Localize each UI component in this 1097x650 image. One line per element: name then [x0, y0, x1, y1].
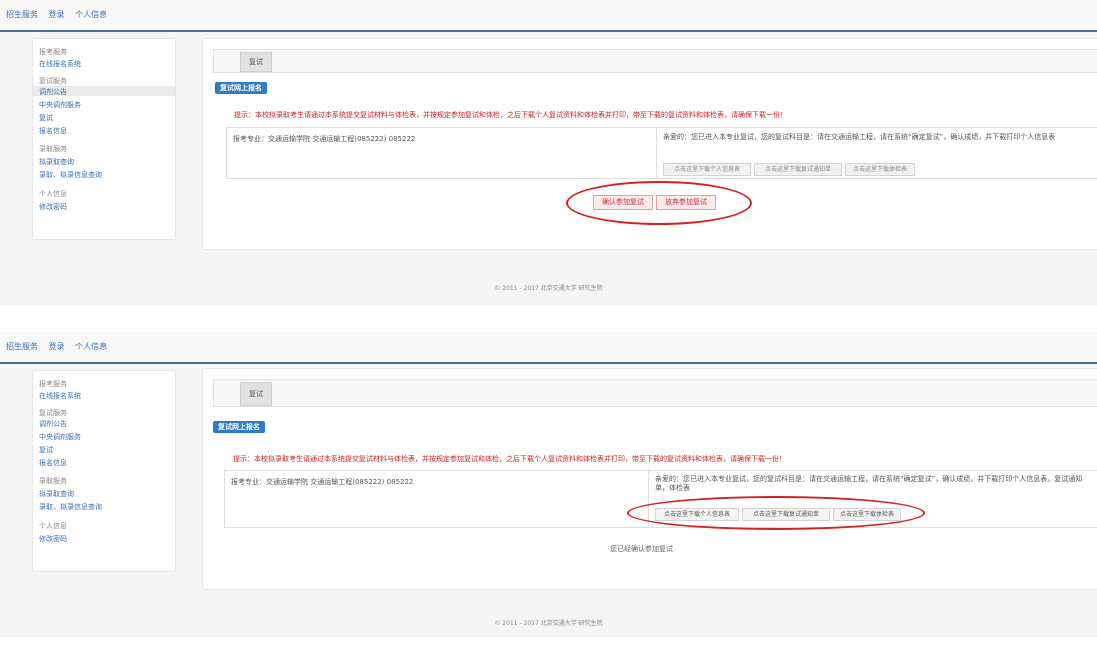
nav-link-profile[interactable]: 个人信息: [75, 10, 107, 19]
tab-bar: 复试: [213, 379, 1097, 407]
sidebar-item-admit-info[interactable]: 录取、拟录信息查询: [39, 170, 102, 180]
nav-link-enrollment[interactable]: 招生服务: [6, 342, 38, 351]
nav-link-login[interactable]: 登录: [49, 342, 65, 351]
sidebar-item-retest[interactable]: 复试: [39, 445, 53, 455]
footer-copyright: © 2011 - 2017 北京交通大学 研究生院: [494, 285, 603, 292]
download-retest-notice-button[interactable]: 点击这里下载复试通知单: [754, 163, 842, 176]
sidebar-group-title: 个人信息: [39, 190, 67, 198]
sidebar-item-retest[interactable]: 复试: [39, 113, 53, 123]
warning-text: 提示：本校拟录取考生请通过本系统提交复试材料与体检表，并按规定参加复试和体检，之…: [234, 111, 787, 119]
sidebar-item-adjust-notice[interactable]: 调剂公告: [39, 87, 67, 97]
warning-text: 提示：本校拟录取考生请通过本系统提交复试材料与体检表，并按规定参加复试和体检，之…: [233, 455, 786, 463]
tab-retest[interactable]: 复试: [240, 382, 272, 406]
sidebar-group-title: 复试服务: [39, 409, 67, 417]
red-circle-annotation: [566, 181, 752, 225]
screenshot-before: 招生服务 登录 个人信息 报考服务 在线报名系统 复试服务 调剂公告 中央调剂服…: [0, 0, 1097, 305]
sidebar-item-online-apply[interactable]: 在线报名系统: [39, 59, 81, 69]
sidebar: 报考服务 在线报名系统 复试服务 调剂公告 中央调剂服务 复试 报名信息 录取服…: [32, 38, 176, 240]
retest-info-box: 亲爱的：您已进入本专业复试，您的复试科目是：请在交通运输工程，请在系统“确定复试…: [656, 127, 1097, 179]
nav-link-login[interactable]: 登录: [49, 10, 65, 19]
nav-link-profile[interactable]: 个人信息: [75, 342, 107, 351]
top-nav-bar: 招生服务 登录 个人信息: [0, 332, 1097, 364]
retest-info-text: 亲爱的：您已进入本专业复试，您的复试科目是：请在交通运输工程，请在系统“确定复试…: [655, 475, 1083, 492]
sidebar: 报考服务 在线报名系统 复试服务 调剂公告 中央调剂服务 复试 报名信息 录取服…: [32, 370, 176, 572]
sidebar-group-title: 录取服务: [39, 477, 67, 485]
confirmed-status-text: 您已经确认参加复试: [610, 545, 673, 553]
sidebar-group-title: 报考服务: [39, 48, 67, 56]
tab-retest[interactable]: 复试: [240, 52, 272, 72]
apply-info-box: 报考专业：交通运输学院 交通运输工程(085222) 085222: [224, 470, 652, 528]
section-badge: 复试网上报名: [215, 82, 267, 94]
sidebar-group-title: 报考服务: [39, 380, 67, 388]
download-info-sheet-button[interactable]: 点击这里下载个人信息表: [663, 163, 751, 176]
sidebar-item-online-apply[interactable]: 在线报名系统: [39, 391, 81, 401]
sidebar-group-title: 录取服务: [39, 145, 67, 153]
footer-copyright: © 2011 - 2017 北京交通大学 研究生院: [494, 620, 603, 627]
red-circle-annotation: [627, 496, 925, 530]
sidebar-item-adjust-service[interactable]: 中央调剂服务: [39, 100, 81, 110]
top-nav: 招生服务 登录 个人信息: [6, 341, 115, 352]
apply-major-text: 报考专业：交通运输学院 交通运输工程(085222) 085222: [231, 478, 414, 486]
sidebar-item-change-password[interactable]: 修改密码: [39, 202, 67, 212]
sidebar-item-apply-info[interactable]: 报名信息: [39, 126, 67, 136]
sidebar-item-adjust-service[interactable]: 中央调剂服务: [39, 432, 81, 442]
sidebar-item-admit-query[interactable]: 拟录取查询: [39, 157, 74, 167]
download-health-form-button[interactable]: 点击这里下载体检表: [845, 163, 915, 176]
sidebar-item-apply-info[interactable]: 报名信息: [39, 458, 67, 468]
sidebar-group-title: 个人信息: [39, 522, 67, 530]
screenshot-after: 招生服务 登录 个人信息 报考服务 在线报名系统 复试服务 调剂公告 中央调剂服…: [0, 332, 1097, 637]
top-nav-bar: 招生服务 登录 个人信息: [0, 0, 1097, 32]
sidebar-group-title: 复试服务: [39, 77, 67, 85]
apply-info-box: 报考专业：交通运输学院 交通运输工程(085222) 085222: [226, 127, 660, 179]
sidebar-item-admit-query[interactable]: 拟录取查询: [39, 489, 74, 499]
sidebar-item-change-password[interactable]: 修改密码: [39, 534, 67, 544]
top-nav: 招生服务 登录 个人信息: [6, 9, 115, 20]
nav-link-enrollment[interactable]: 招生服务: [6, 10, 38, 19]
apply-major-text: 报考专业：交通运输学院 交通运输工程(085222) 085222: [233, 135, 416, 143]
sidebar-item-adjust-notice[interactable]: 调剂公告: [39, 419, 67, 429]
section-badge: 复试网上报名: [213, 421, 265, 433]
retest-info-text: 亲爱的：您已进入本专业复试，您的复试科目是：请在交通运输工程，请在系统“确定复试…: [663, 133, 1056, 141]
sidebar-item-admit-info[interactable]: 录取、拟录信息查询: [39, 502, 102, 512]
tab-bar: 复试: [213, 49, 1097, 73]
